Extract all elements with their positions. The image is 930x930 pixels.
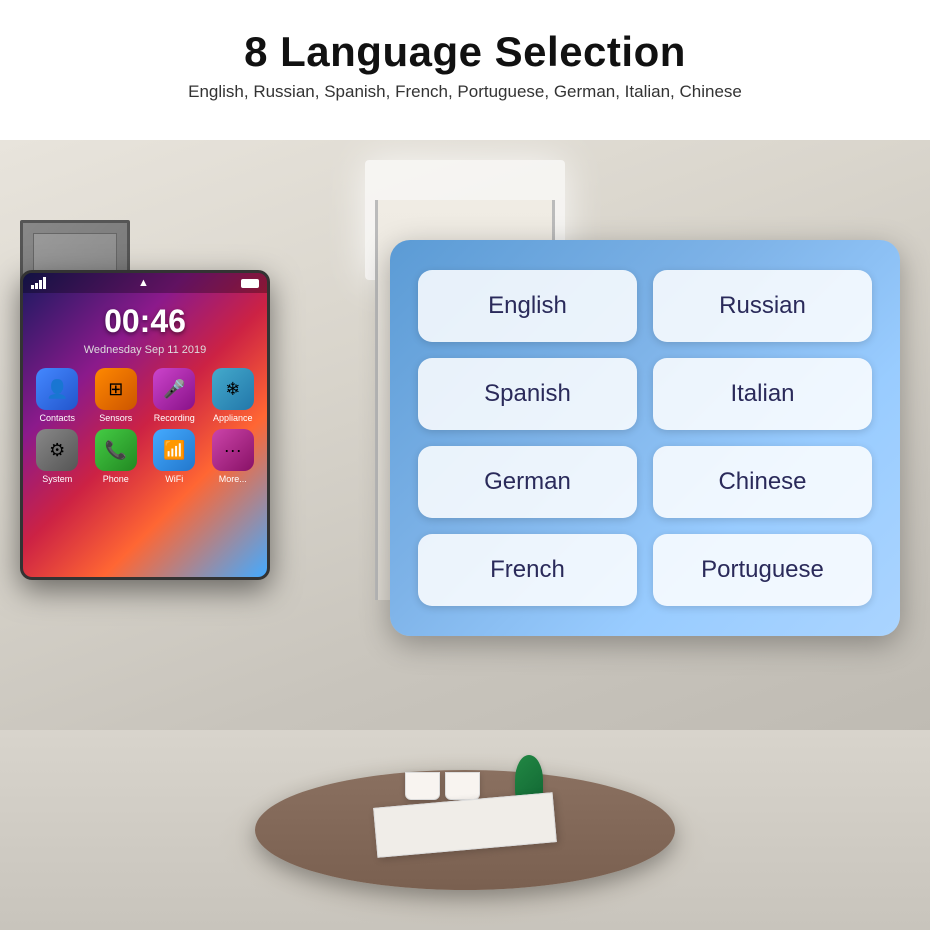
app-label-sensors: Sensors	[99, 413, 132, 423]
phone-app-grid: 👤 Contacts ⊞ Sensors 🎤 Recording ❄ Appli…	[23, 356, 267, 490]
app-icon-system: ⚙	[36, 429, 78, 471]
phone-app-icon-recording[interactable]: 🎤 Recording	[148, 368, 201, 423]
app-label-wifi: WiFi	[165, 474, 183, 484]
phone-app-icon-system[interactable]: ⚙ System	[31, 429, 84, 484]
phone-screen: ▲ 00:46 Wednesday Sep 11 2019 👤 Contacts…	[23, 273, 267, 577]
app-label-more...: More...	[219, 474, 247, 484]
page-subtitle: English, Russian, Spanish, French, Portu…	[20, 82, 910, 102]
app-label-appliance: Appliance	[213, 413, 253, 423]
lang-button-russian[interactable]: Russian	[653, 270, 872, 342]
battery-icon	[241, 279, 259, 288]
phone-app-icon-appliance[interactable]: ❄ Appliance	[207, 368, 260, 423]
app-label-system: System	[42, 474, 72, 484]
cup-1	[405, 772, 440, 800]
app-label-phone: Phone	[103, 474, 129, 484]
phone-app-icon-more...[interactable]: ··· More...	[207, 429, 260, 484]
phone-date-display: Wednesday Sep 11 2019	[23, 344, 267, 356]
header: 8 Language Selection English, Russian, S…	[0, 0, 930, 114]
phone-time-display: 00:46	[23, 293, 267, 344]
app-icon-wifi: 📶	[153, 429, 195, 471]
app-label-contacts: Contacts	[39, 413, 75, 423]
lang-button-spanish[interactable]: Spanish	[418, 358, 637, 430]
app-icon-sensors: ⊞	[95, 368, 137, 410]
lang-button-portuguese[interactable]: Portuguese	[653, 534, 872, 606]
phone-mockup: ▲ 00:46 Wednesday Sep 11 2019 👤 Contacts…	[20, 270, 270, 580]
app-icon-recording: 🎤	[153, 368, 195, 410]
lang-button-english[interactable]: English	[418, 270, 637, 342]
phone-app-icon-wifi[interactable]: 📶 WiFi	[148, 429, 201, 484]
phone-status-bar: ▲	[23, 273, 267, 293]
app-label-recording: Recording	[154, 413, 195, 423]
language-grid: EnglishRussianSpanishItalianGermanChines…	[418, 270, 872, 606]
app-icon-more...: ···	[212, 429, 254, 471]
lang-button-french[interactable]: French	[418, 534, 637, 606]
page-title: 8 Language Selection	[20, 28, 910, 76]
app-icon-phone: 📞	[95, 429, 137, 471]
app-icon-contacts: 👤	[36, 368, 78, 410]
cup-2	[445, 772, 480, 800]
phone-app-icon-contacts[interactable]: 👤 Contacts	[31, 368, 84, 423]
language-panel: EnglishRussianSpanishItalianGermanChines…	[390, 240, 900, 636]
wifi-icon: ▲	[138, 277, 149, 289]
lang-button-chinese[interactable]: Chinese	[653, 446, 872, 518]
lang-button-italian[interactable]: Italian	[653, 358, 872, 430]
signal-icon	[31, 277, 46, 289]
app-icon-appliance: ❄	[212, 368, 254, 410]
phone-app-icon-phone[interactable]: 📞 Phone	[90, 429, 143, 484]
phone-app-icon-sensors[interactable]: ⊞ Sensors	[90, 368, 143, 423]
lang-button-german[interactable]: German	[418, 446, 637, 518]
